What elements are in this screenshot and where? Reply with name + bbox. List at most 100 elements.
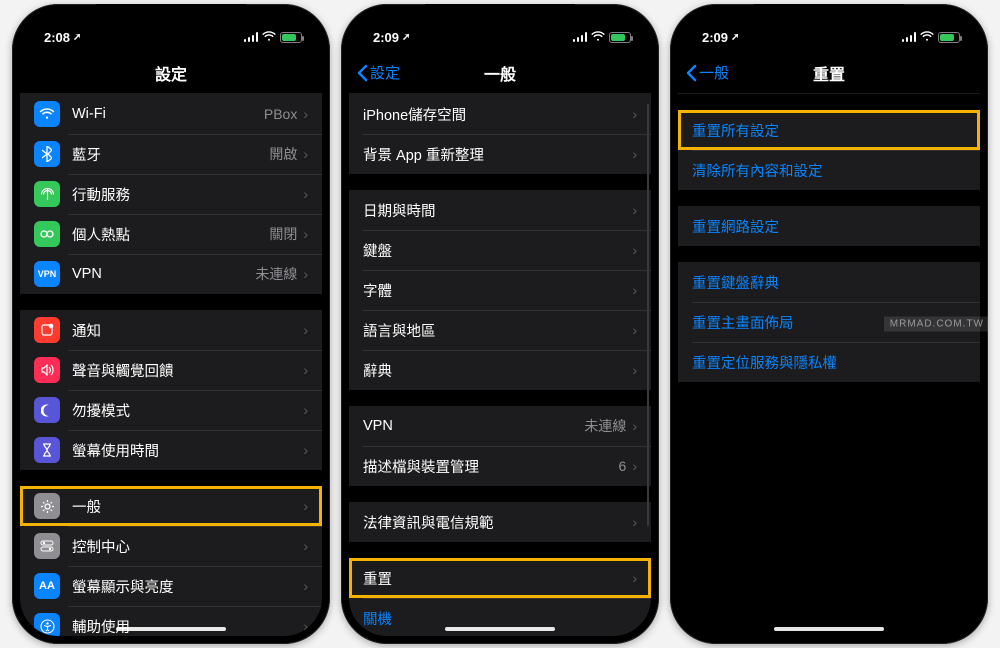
- chevron-right-icon: ›: [303, 579, 308, 593]
- chevron-right-icon: ›: [303, 323, 308, 337]
- location-icon: ➚: [731, 32, 739, 43]
- home-indicator[interactable]: [445, 627, 555, 631]
- row-dnd[interactable]: 勿擾模式 ›: [20, 390, 322, 430]
- row-reset-location[interactable]: 重置定位服務與隱私權: [678, 342, 980, 382]
- wifi-icon: [591, 30, 605, 45]
- chevron-right-icon: ›: [303, 187, 308, 201]
- nav-bar: 設定: [20, 52, 322, 94]
- clock: 2:09: [373, 30, 399, 45]
- phone-frame-2: 2:09 ➚ 設定 一般 iPhone儲存空間 ›: [341, 4, 659, 644]
- reset-list[interactable]: 重置所有設定 清除所有內容和設定 重置網路設定 重置鍵盤辭典 重置主畫面佈局: [678, 94, 980, 636]
- row-hotspot[interactable]: 個人熱點 關閉 ›: [20, 214, 322, 254]
- sound-icon: [34, 357, 60, 383]
- row-profiles[interactable]: 描述檔與裝置管理 6 ›: [349, 446, 651, 486]
- battery-icon: [280, 32, 302, 43]
- row-value: 未連線: [255, 264, 297, 284]
- row-screentime[interactable]: 螢幕使用時間 ›: [20, 430, 322, 470]
- row-reset-all-settings[interactable]: 重置所有設定: [678, 110, 980, 150]
- chevron-right-icon: ›: [303, 107, 308, 121]
- row-keyboard[interactable]: 鍵盤›: [349, 230, 651, 270]
- location-icon: ➚: [402, 32, 410, 43]
- back-button[interactable]: 設定: [357, 62, 400, 83]
- row-value: 6: [619, 458, 627, 474]
- screen-1: 2:08 ➚ 設定 Wi-Fi PBox: [20, 12, 322, 636]
- row-general[interactable]: 一般 ›: [20, 486, 322, 526]
- row-reset[interactable]: 重置 ›: [349, 558, 651, 598]
- chevron-right-icon: ›: [632, 459, 637, 473]
- row-label: 描述檔與裝置管理: [363, 456, 619, 477]
- row-label: 螢幕顯示與亮度: [72, 576, 303, 597]
- general-list[interactable]: iPhone儲存空間 › 背景 App 重新整理 › 日期與時間› 鍵盤› 字體…: [349, 94, 651, 636]
- home-indicator[interactable]: [116, 627, 226, 631]
- row-value: 開啟: [269, 144, 297, 164]
- row-label: 清除所有內容和設定: [692, 160, 966, 181]
- chevron-right-icon: ›: [303, 227, 308, 241]
- chevron-right-icon: ›: [303, 539, 308, 553]
- hourglass-icon: [34, 437, 60, 463]
- row-vpn[interactable]: VPN VPN 未連線 ›: [20, 254, 322, 294]
- row-storage[interactable]: iPhone儲存空間 ›: [349, 94, 651, 134]
- nav-bar: 一般 重置: [678, 52, 980, 94]
- chevron-right-icon: ›: [303, 619, 308, 633]
- row-label: 重置網路設定: [692, 216, 966, 237]
- moon-icon: [34, 397, 60, 423]
- chevron-right-icon: ›: [303, 363, 308, 377]
- back-label: 一般: [699, 62, 729, 83]
- row-cellular[interactable]: 行動服務 ›: [20, 174, 322, 214]
- row-legal[interactable]: 法律資訊與電信規範›: [349, 502, 651, 542]
- row-fonts[interactable]: 字體›: [349, 270, 651, 310]
- row-accessibility[interactable]: 輔助使用 ›: [20, 606, 322, 636]
- screen-2: 2:09 ➚ 設定 一般 iPhone儲存空間 ›: [349, 12, 651, 636]
- row-control-center[interactable]: 控制中心 ›: [20, 526, 322, 566]
- battery-icon: [938, 32, 960, 43]
- row-value: 未連線: [584, 416, 626, 436]
- location-icon: ➚: [73, 32, 81, 43]
- hotspot-icon: [34, 221, 60, 247]
- wifi-icon: [262, 30, 276, 45]
- row-wifi[interactable]: Wi-Fi PBox ›: [20, 94, 322, 134]
- chevron-right-icon: ›: [632, 571, 637, 585]
- row-label: 法律資訊與電信規範: [363, 512, 632, 533]
- row-label: 重置所有設定: [692, 120, 966, 141]
- row-label: 一般: [72, 496, 303, 517]
- vpn-icon: VPN: [34, 261, 60, 287]
- row-label: iPhone儲存空間: [363, 104, 632, 125]
- chevron-right-icon: ›: [632, 243, 637, 257]
- notch: [425, 4, 575, 30]
- row-display[interactable]: AA 螢幕顯示與亮度 ›: [20, 566, 322, 606]
- notch: [754, 4, 904, 30]
- row-label: 重置鍵盤辭典: [692, 272, 966, 293]
- row-notifications[interactable]: 通知 ›: [20, 310, 322, 350]
- row-reset-network[interactable]: 重置網路設定: [678, 206, 980, 246]
- row-bluetooth[interactable]: 藍牙 開啟 ›: [20, 134, 322, 174]
- chevron-right-icon: ›: [632, 147, 637, 161]
- row-datetime[interactable]: 日期與時間›: [349, 190, 651, 230]
- row-label: 藍牙: [72, 144, 269, 165]
- row-label: VPN: [363, 418, 584, 434]
- settings-list[interactable]: Wi-Fi PBox › 藍牙 開啟 › 行動服務: [20, 94, 322, 636]
- row-language[interactable]: 語言與地區›: [349, 310, 651, 350]
- chevron-right-icon: ›: [303, 147, 308, 161]
- back-button[interactable]: 一般: [686, 62, 729, 83]
- chevron-right-icon: ›: [632, 107, 637, 121]
- row-label: VPN: [72, 266, 255, 282]
- row-reset-keyboard[interactable]: 重置鍵盤辭典: [678, 262, 980, 302]
- row-label: 語言與地區: [363, 320, 632, 341]
- row-label: 輔助使用: [72, 616, 303, 637]
- row-erase-all[interactable]: 清除所有內容和設定: [678, 150, 980, 190]
- row-sounds[interactable]: 聲音與觸覺回饋 ›: [20, 350, 322, 390]
- row-label: 螢幕使用時間: [72, 440, 303, 461]
- home-indicator[interactable]: [774, 627, 884, 631]
- chevron-right-icon: ›: [632, 419, 637, 433]
- row-background-refresh[interactable]: 背景 App 重新整理 ›: [349, 134, 651, 174]
- row-value: PBox: [264, 106, 297, 122]
- row-dictionary[interactable]: 辭典›: [349, 350, 651, 390]
- row-vpn[interactable]: VPN 未連線 ›: [349, 406, 651, 446]
- switches-icon: [34, 533, 60, 559]
- cellular-icon: [34, 181, 60, 207]
- row-label: 個人熱點: [72, 224, 269, 245]
- chevron-right-icon: ›: [303, 267, 308, 281]
- row-label: 聲音與觸覺回饋: [72, 360, 303, 381]
- chevron-right-icon: ›: [303, 443, 308, 457]
- notch: [96, 4, 246, 30]
